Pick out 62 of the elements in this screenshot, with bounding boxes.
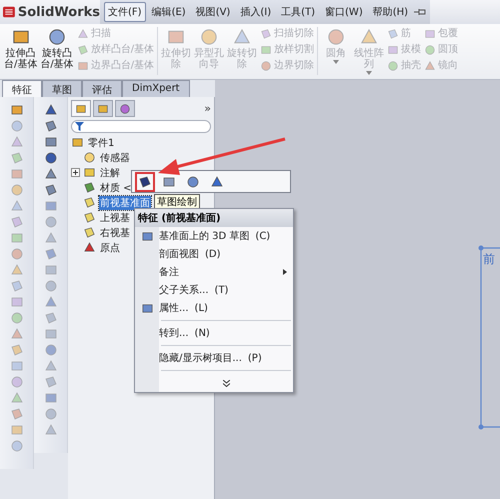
material-icon[interactable] [83, 181, 96, 194]
tree-item[interactable]: 前视基准面 [99, 196, 151, 210]
plane-icon[interactable] [83, 211, 96, 224]
ribbon-button[interactable]: 旋转凸 台/基体 [40, 48, 74, 70]
tree-item[interactable]: 右视基 [99, 226, 131, 240]
menu-title: 特征 (前视基准面) [135, 209, 293, 227]
tree-item[interactable]: 材质 < [99, 180, 133, 194]
tree-item[interactable]: 注解 [99, 166, 121, 180]
tree-item[interactable]: 传感器 [99, 150, 131, 164]
menu-item[interactable]: 备注 [159, 265, 179, 279]
tool-icon[interactable] [44, 135, 58, 149]
panel-tab[interactable] [93, 100, 113, 117]
tree-item[interactable]: 上视基 [99, 210, 131, 224]
tab[interactable]: 草图 [42, 80, 82, 97]
menu-item[interactable]: 帮助(H) [368, 2, 412, 22]
panel-tab[interactable] [115, 100, 135, 117]
filter-icon [75, 122, 84, 131]
menu-item-icon[interactable] [140, 230, 154, 242]
more-button[interactable]: » [204, 102, 211, 115]
menu-item[interactable]: 插入(I) [236, 2, 276, 22]
annotation-icon[interactable] [83, 166, 96, 179]
menu-item[interactable]: 属性... (L) [159, 301, 208, 315]
submenu-arrow-icon [283, 269, 287, 275]
tool-icon[interactable] [44, 119, 58, 133]
tool-icon[interactable] [44, 151, 58, 165]
app-logo: SolidWorks [18, 4, 100, 20]
tree-item[interactable]: 原点 [99, 240, 121, 254]
filter-field[interactable] [71, 120, 211, 133]
tool-icon[interactable] [44, 183, 58, 197]
tree-icon[interactable] [75, 102, 87, 114]
plane-label: 前 [483, 251, 495, 268]
expand-toggle[interactable] [71, 168, 80, 177]
plane-icon[interactable] [83, 226, 96, 239]
target-icon[interactable] [119, 102, 131, 114]
menu-item-icon[interactable] [140, 302, 154, 314]
logo-icon [3, 5, 15, 19]
feature-icon[interactable] [47, 27, 68, 47]
part-icon[interactable] [71, 136, 84, 149]
pin-icon[interactable] [414, 7, 426, 17]
menu-item[interactable]: 剖面视图 (D) [159, 247, 221, 261]
tab[interactable]: DimXpert [122, 80, 190, 97]
origin-icon[interactable] [83, 241, 96, 254]
tool-icon[interactable] [44, 103, 58, 117]
panel-tab[interactable] [71, 100, 91, 117]
menu-item[interactable]: 转到... (N) [159, 326, 210, 340]
menu-item[interactable]: 工具(T) [277, 2, 320, 22]
tree-icon[interactable] [97, 102, 109, 114]
tab[interactable]: 特征 [2, 80, 42, 97]
tool-icon[interactable] [44, 167, 58, 181]
menu-item[interactable]: 窗口(W) [321, 2, 367, 22]
menu-item[interactable]: 隐藏/显示树项目... (P) [159, 351, 262, 365]
tab[interactable]: 评估 [82, 80, 122, 97]
tool-icon[interactable] [10, 103, 24, 117]
menu-item[interactable]: 文件(F) [104, 2, 146, 22]
menu-item[interactable]: 编辑(E) [148, 2, 190, 22]
ribbon-button[interactable]: 拉伸凸 台/基体 [4, 48, 38, 70]
tree-item[interactable]: 零件1 [87, 136, 116, 150]
menu-item[interactable]: 父子关系... (T) [159, 283, 228, 297]
menu-item[interactable]: 基准面上的 3D 草图 (C) [159, 229, 270, 243]
menu-item[interactable]: 视图(V) [192, 2, 234, 22]
plane-icon[interactable] [83, 196, 96, 209]
expand-chevron-icon[interactable] [222, 380, 230, 386]
